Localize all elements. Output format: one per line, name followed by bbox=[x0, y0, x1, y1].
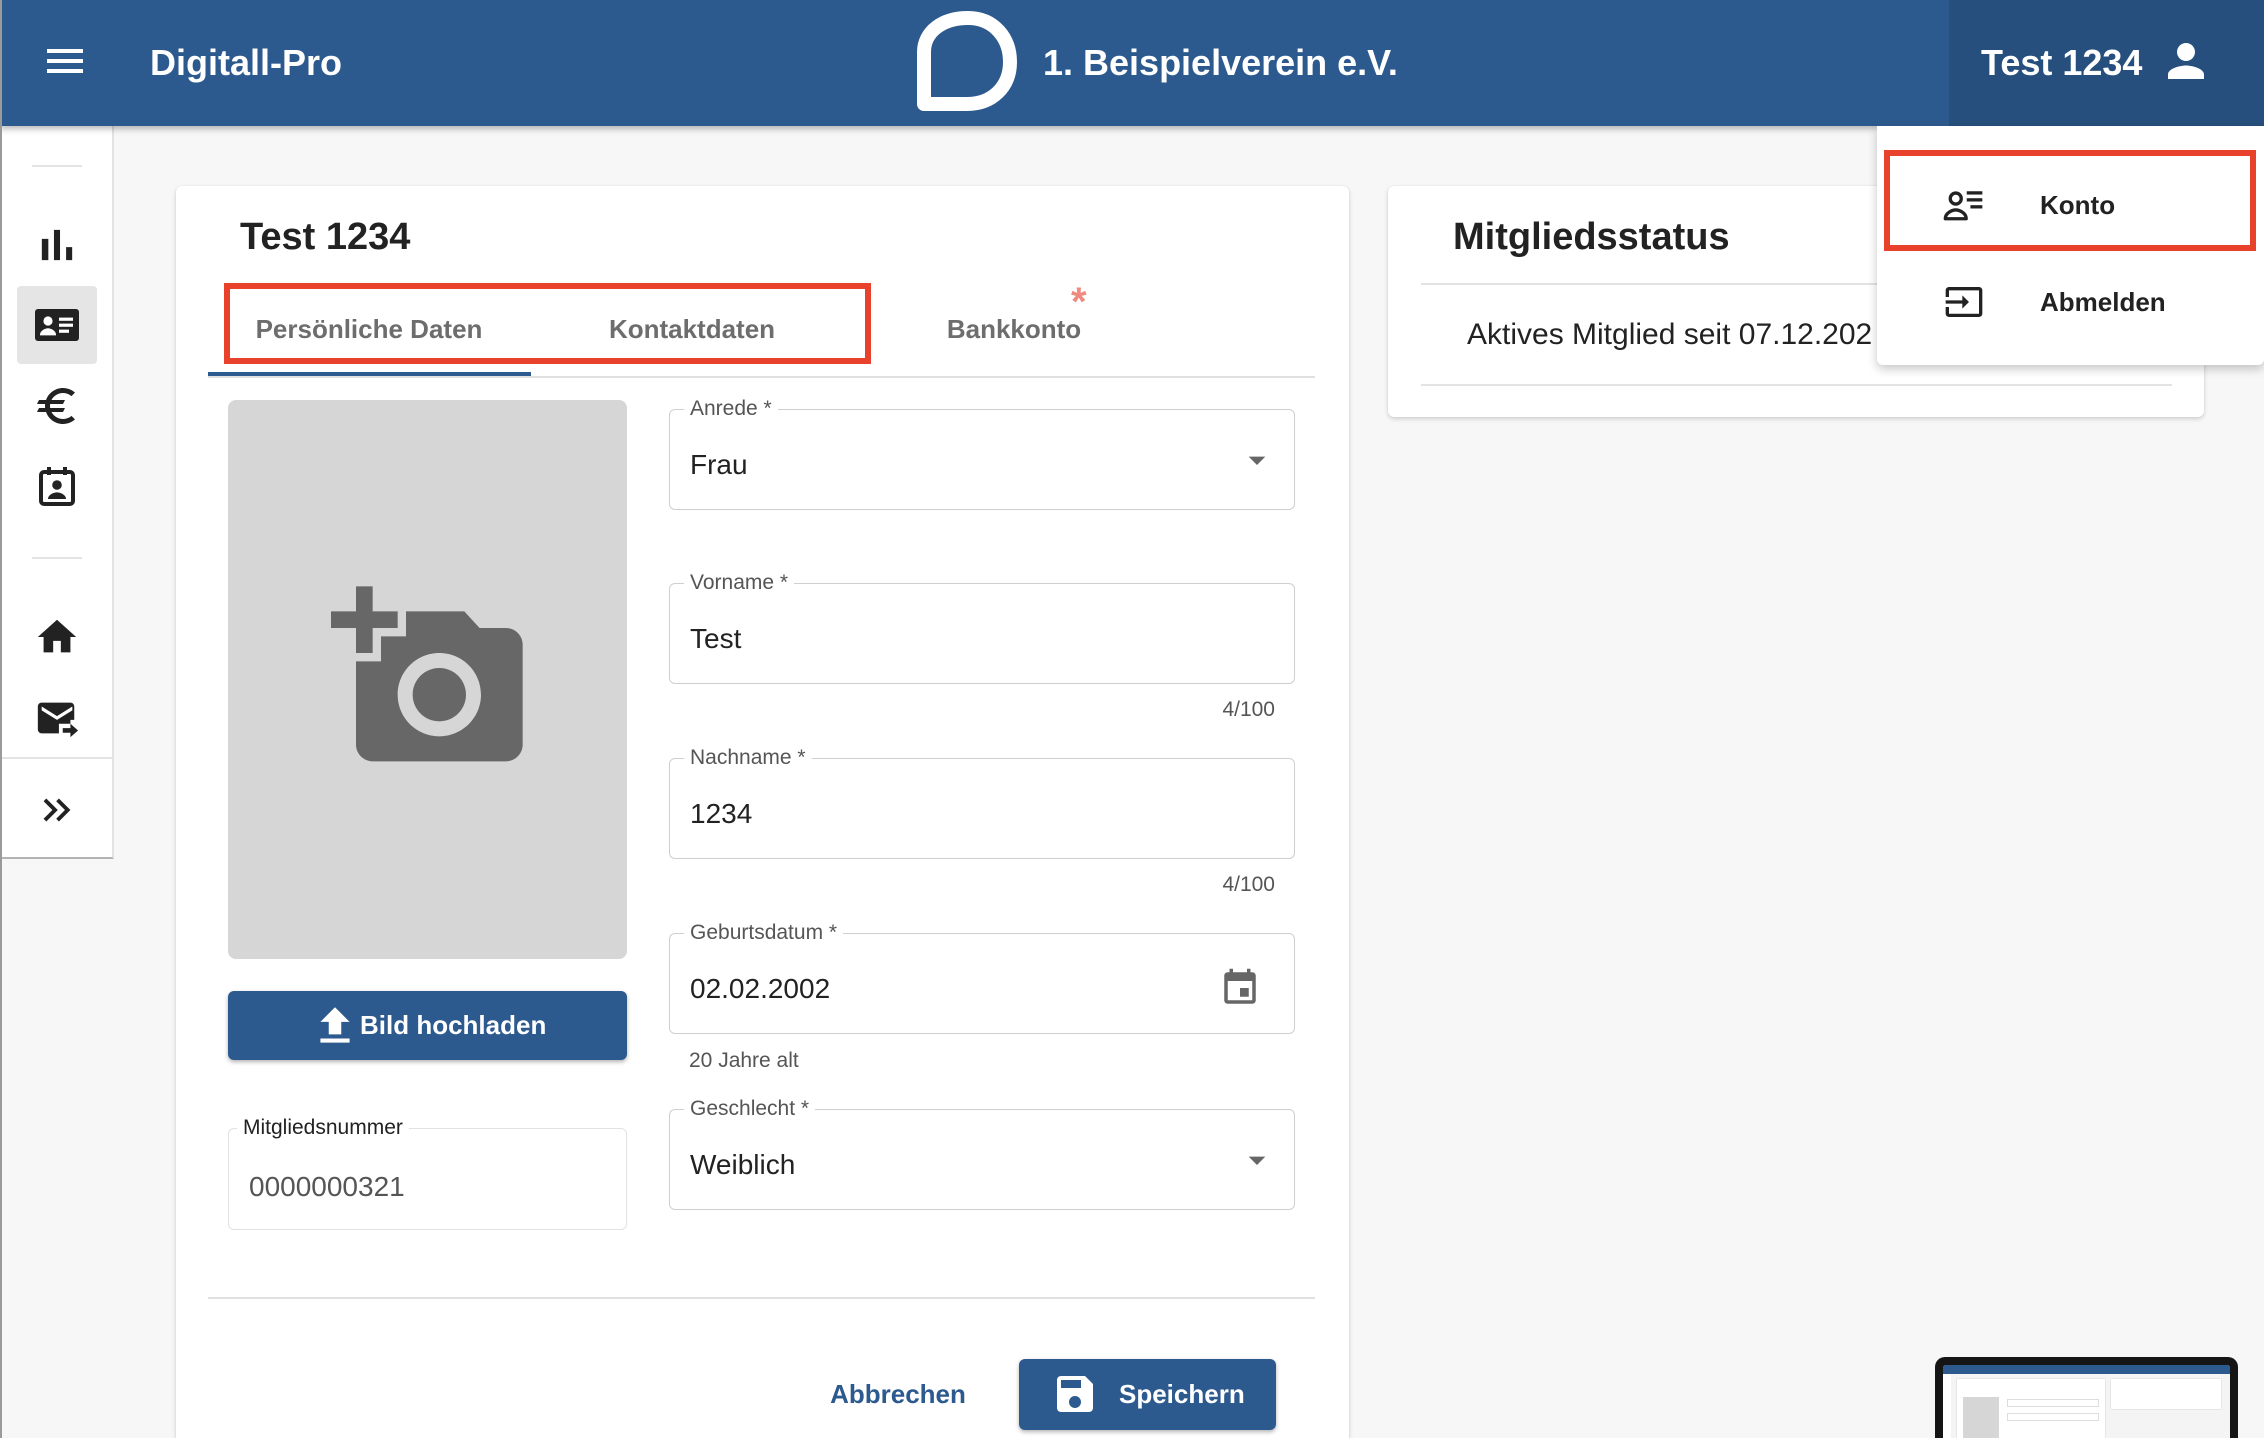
member-number-label: Mitgliedsnummer bbox=[237, 1115, 409, 1141]
menu-item-label: Abmelden bbox=[2040, 287, 2166, 317]
first-name-field: Vorname * bbox=[669, 570, 1295, 684]
tab-bank-account[interactable]: Bankkonto * bbox=[853, 280, 1175, 374]
first-name-char-counter: 4/100 bbox=[1222, 698, 1275, 721]
user-dropdown-menu: Konto Abmelden bbox=[1877, 126, 2264, 365]
contact-calendar-icon bbox=[39, 467, 75, 506]
first-name-label: Vorname * bbox=[684, 570, 795, 596]
upload-icon bbox=[320, 1007, 350, 1043]
login-icon bbox=[1945, 287, 1983, 317]
arrow-drop-down-icon bbox=[1248, 456, 1266, 465]
person-icon bbox=[2168, 43, 2204, 79]
sidebar-item-home[interactable] bbox=[17, 598, 97, 676]
last-name-input[interactable] bbox=[690, 790, 1210, 838]
window-edge bbox=[0, 0, 2, 1438]
gender-value: Weiblich bbox=[690, 1149, 796, 1180]
bar-chart-icon bbox=[41, 229, 73, 261]
forward-to-inbox-icon bbox=[37, 702, 79, 738]
sidebar-divider bbox=[32, 557, 82, 559]
user-name: Test 1234 bbox=[1981, 42, 2143, 83]
status-divider bbox=[1421, 384, 2172, 386]
annotation-highlight-account bbox=[1884, 150, 2256, 251]
double-chevron-right-icon bbox=[43, 798, 71, 822]
status-title: Mitgliedsstatus bbox=[1453, 216, 1730, 258]
menu-item-logout[interactable]: Abmelden bbox=[1877, 257, 2264, 347]
required-marker: * bbox=[1071, 280, 1087, 324]
user-menu-button[interactable]: Test 1234 bbox=[1949, 0, 2264, 126]
salutation-select[interactable]: Anrede * Frau bbox=[669, 396, 1295, 510]
annotation-highlight-tabs bbox=[224, 283, 871, 364]
arrow-drop-down-icon bbox=[1248, 1156, 1266, 1165]
thumbnail-field bbox=[2007, 1399, 2099, 1407]
calendar-icon[interactable] bbox=[1219, 967, 1261, 1009]
sidebar-item-statistics[interactable] bbox=[17, 206, 97, 284]
thumbnail-sidebar bbox=[1943, 1374, 1951, 1438]
cancel-button[interactable]: Abbrechen bbox=[816, 1359, 980, 1430]
last-name-label: Nachname * bbox=[684, 745, 812, 771]
screenshot-thumbnail[interactable] bbox=[1935, 1357, 2238, 1438]
thumbnail-photo bbox=[1963, 1397, 1999, 1438]
home-icon bbox=[37, 619, 77, 653]
menu-button[interactable] bbox=[41, 37, 89, 85]
euro-icon bbox=[37, 388, 75, 424]
form-divider bbox=[208, 1297, 1315, 1299]
member-title: Test 1234 bbox=[240, 216, 411, 258]
add-photo-icon bbox=[331, 586, 523, 762]
member-number-input[interactable] bbox=[249, 1163, 609, 1211]
sidebar-expand-button[interactable] bbox=[17, 771, 97, 849]
save-button-label: Speichern bbox=[1119, 1379, 1245, 1409]
sidebar-item-events[interactable] bbox=[17, 448, 97, 526]
birth-date-input[interactable] bbox=[690, 965, 1190, 1013]
first-name-input[interactable] bbox=[690, 615, 1210, 663]
thumbnail-header bbox=[1943, 1365, 2230, 1374]
birth-date-field: Geburtsdatum * bbox=[669, 920, 1295, 1034]
salutation-label: Anrede * bbox=[684, 396, 778, 422]
app-title: Digitall-Pro bbox=[150, 42, 343, 83]
gender-select[interactable]: Geschlecht * Weiblich bbox=[669, 1096, 1295, 1210]
sidebar-item-finance[interactable] bbox=[17, 367, 97, 445]
save-icon bbox=[1057, 1376, 1093, 1412]
thumbnail-field bbox=[2007, 1413, 2099, 1421]
member-number-field: Mitgliedsnummer bbox=[228, 1115, 627, 1230]
thumbnail-status-card bbox=[2111, 1379, 2221, 1409]
menu-icon bbox=[47, 49, 83, 73]
tab-bar-divider bbox=[208, 376, 1315, 378]
sidebar-divider bbox=[0, 757, 112, 759]
membership-status-text: Aktives Mitglied seit 07.12.202 bbox=[1467, 318, 1873, 351]
tab-label: Bankkonto bbox=[946, 314, 1082, 344]
sidebar-item-members[interactable] bbox=[17, 286, 97, 364]
club-logo bbox=[917, 11, 1017, 111]
club-name: 1. Beispielverein e.V. bbox=[1043, 42, 1398, 83]
sidebar-divider bbox=[32, 165, 82, 167]
contact-card-icon bbox=[35, 309, 79, 341]
sidebar bbox=[0, 126, 114, 859]
age-hint: 20 Jahre alt bbox=[689, 1049, 799, 1072]
member-details-card: Test 1234 Persönliche Daten Kontaktdaten… bbox=[176, 186, 1349, 1438]
upload-button-label: Bild hochladen bbox=[360, 1010, 547, 1040]
thumbnail-screen bbox=[1943, 1365, 2230, 1438]
last-name-field: Nachname * bbox=[669, 745, 1295, 859]
photo-placeholder[interactable] bbox=[228, 400, 627, 959]
birth-date-label: Geburtsdatum * bbox=[684, 920, 844, 946]
last-name-char-counter: 4/100 bbox=[1222, 873, 1275, 896]
save-button[interactable]: Speichern bbox=[1019, 1359, 1276, 1430]
upload-photo-button[interactable]: Bild hochladen bbox=[228, 991, 627, 1060]
app-header: Digitall-Pro 1. Beispielverein e.V. Test… bbox=[0, 0, 2264, 126]
salutation-value: Frau bbox=[690, 449, 748, 480]
sidebar-item-messages[interactable] bbox=[17, 679, 97, 757]
gender-label: Geschlecht * bbox=[684, 1096, 816, 1122]
